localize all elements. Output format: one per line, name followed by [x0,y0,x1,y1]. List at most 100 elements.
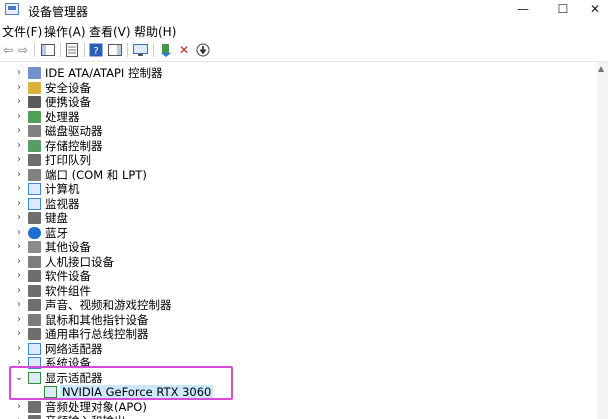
device-category[interactable]: › 计算机 [0,182,596,197]
device-label: 安全设备 [45,80,91,95]
expand-chevron-icon[interactable]: › [14,95,24,109]
device-label: 音频输入和输出 [45,414,126,419]
expand-chevron-icon[interactable]: › [14,81,24,95]
forward-icon[interactable]: ⇨ [15,42,31,58]
device-category[interactable]: › 蓝牙 [0,226,596,241]
expand-chevron-icon[interactable]: › [14,240,24,254]
device-category[interactable]: › 监视器 [0,197,596,212]
scan-hardware-icon[interactable] [132,42,148,58]
device-label: 便携设备 [45,95,91,109]
properties-icon[interactable] [64,42,80,58]
menu-file[interactable]: 文件(F) [2,23,42,40]
device-label: 人机接口设备 [45,254,114,269]
device-label: 端口 (COM 和 LPT) [45,167,147,182]
mouse-icon [28,313,41,326]
device-category[interactable]: › 处理器 [0,110,596,125]
action-pane-icon[interactable] [107,42,123,58]
toolbar-separator [60,43,61,57]
expand-chevron-icon[interactable]: › [14,226,24,240]
device-category[interactable]: › IDE ATA/ATAPI 控制器 [0,66,596,81]
device-category[interactable]: › 便携设备 [0,95,596,110]
scroll-up-icon[interactable]: ▲ [598,64,604,73]
toolbar-separator [84,43,85,57]
show-hide-console-tree-icon[interactable] [40,42,56,58]
expand-chevron-icon[interactable]: › [14,197,24,211]
expand-chevron-icon[interactable]: › [14,284,24,298]
other-device-icon [28,241,41,253]
expand-chevron-icon[interactable]: › [14,400,24,414]
menu-view[interactable]: 查看(V) [89,23,131,40]
expand-chevron-icon[interactable]: › [14,327,24,341]
expand-chevron-icon[interactable]: › [14,269,24,283]
vertical-scrollbar[interactable]: ▲ [597,62,608,419]
device-category[interactable]: › 安全设备 [0,81,596,96]
expand-chevron-icon[interactable]: › [14,168,24,182]
sound-icon [28,299,41,311]
expand-chevron-icon[interactable]: › [14,110,24,124]
printer-icon [28,154,41,166]
expand-chevron-icon[interactable]: › [14,414,24,419]
help-glyph: ? [89,43,103,57]
device-category[interactable]: › 磁盘驱动器 [0,124,596,139]
close-button[interactable]: ✕ [572,0,608,20]
update-driver-icon[interactable] [158,42,174,58]
device-label: 软件组件 [45,283,91,298]
expand-chevron-icon[interactable]: › [14,182,24,196]
device-category[interactable]: › 软件组件 [0,284,596,299]
device-category[interactable]: › 音频输入和输出 [0,414,596,419]
expand-chevron-icon[interactable]: › [14,153,24,167]
device-label: 软件设备 [45,269,91,283]
device-category[interactable]: › 其他设备 [0,240,596,255]
expand-chevron-icon[interactable]: › [14,342,24,356]
device-category[interactable]: › 打印队列 [0,153,596,168]
expand-chevron-icon[interactable]: › [14,124,24,138]
expand-chevron-icon[interactable]: › [14,139,24,153]
storage-controller-icon [28,139,41,152]
device-category[interactable]: › 人机接口设备 [0,255,596,270]
device-category[interactable]: › 通用串行总线控制器 [0,327,596,342]
highlight-box [9,366,233,400]
menu-action[interactable]: 操作(A) [44,23,86,40]
device-category[interactable]: › 存储控制器 [0,139,596,154]
device-category[interactable]: › 键盘 [0,211,596,226]
device-category[interactable]: › 音频处理对象(APO) [0,400,596,415]
title-bar: 设备管理器 — ☐ ✕ [0,0,608,20]
expand-chevron-icon[interactable]: › [14,313,24,327]
device-label: 通用串行总线控制器 [45,327,149,341]
device-label: 键盘 [45,211,68,225]
action-pane-glyph [108,44,122,56]
expand-chevron-icon[interactable]: › [14,298,24,312]
device-category[interactable]: › 鼠标和其他指针设备 [0,313,596,328]
update-driver-glyph [161,44,171,57]
software-device-icon [28,270,41,282]
device-label: 磁盘驱动器 [45,124,103,138]
menu-help[interactable]: 帮助(H) [134,23,176,40]
toolbar: ⇦ ⇨ ? ✕ [0,39,608,62]
device-label: 网络适配器 [45,341,103,356]
device-category[interactable]: › 软件设备 [0,269,596,284]
software-component-icon [28,284,41,297]
help-icon[interactable]: ? [88,42,104,58]
expand-chevron-icon[interactable]: › [14,66,24,80]
device-label: 打印队列 [45,153,91,167]
portable-device-icon [28,96,41,108]
device-label: 鼠标和其他指针设备 [45,312,149,327]
keyboard-icon [28,212,41,224]
usb-icon [28,328,41,340]
audio-processing-icon [28,400,41,413]
device-category[interactable]: › 端口 (COM 和 LPT) [0,168,596,183]
hid-icon [28,255,41,268]
device-category[interactable]: › 声音、视频和游戏控制器 [0,298,596,313]
ide-controller-icon [28,67,41,79]
network-adapter-icon [28,342,41,355]
toolbar-separator [127,43,128,57]
device-label: IDE ATA/ATAPI 控制器 [45,66,163,80]
disable-device-icon[interactable] [195,42,211,58]
svg-text:?: ? [93,46,98,57]
device-label: 存储控制器 [45,138,103,153]
uninstall-icon[interactable]: ✕ [176,42,192,58]
expand-chevron-icon[interactable]: › [14,211,24,225]
back-icon[interactable]: ⇦ [0,42,16,58]
device-category[interactable]: › 网络适配器 [0,342,596,357]
expand-chevron-icon[interactable]: › [14,255,24,269]
